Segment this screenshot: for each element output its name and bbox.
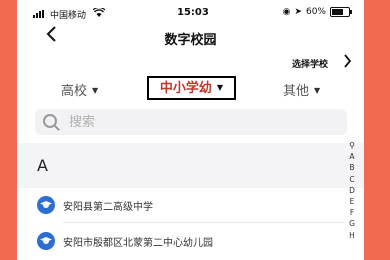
search-icon — [43, 114, 57, 128]
index-letter[interactable]: F — [347, 207, 357, 218]
cell-signal-icon — [33, 10, 47, 18]
location-icon: ➤ — [294, 7, 302, 17]
school-cap-icon — [37, 196, 55, 214]
tab-k12[interactable]: 中小学幼 ▼ — [147, 76, 236, 100]
list-item[interactable]: 安阳市殷都区北蒙第二中心幼儿园 — [17, 226, 347, 258]
school-cap-icon — [37, 232, 55, 250]
index-letter[interactable]: H — [347, 230, 357, 241]
tab-other[interactable]: 其他 ▼ — [283, 80, 320, 99]
index-letter[interactable]: E — [347, 196, 357, 207]
page-title: 数字校园 — [164, 33, 217, 48]
alphabet-index[interactable]: ⚲ A B C D E F G H — [347, 140, 357, 241]
orientation-lock-icon: ◉ — [282, 7, 291, 17]
index-letter[interactable]: B — [347, 162, 357, 173]
index-search-icon[interactable]: ⚲ — [347, 140, 357, 151]
search-input[interactable] — [69, 111, 329, 133]
search-bar[interactable] — [35, 109, 347, 135]
battery-icon — [330, 7, 352, 17]
carrier-name: 中国移动 — [50, 11, 87, 21]
status-right: ◉ ➤ 60% — [282, 7, 352, 17]
caret-down-icon: ▼ — [314, 86, 321, 95]
phone-screen: 中国移动 15:03 ◉ ➤ 60% 数字校园 选择学校 高校 ▼ 中小学幼 ▼ 其… — [17, 0, 364, 260]
status-bar: 中国移动 15:03 ◉ ➤ 60% — [17, 0, 364, 28]
index-letter[interactable]: A — [347, 151, 357, 162]
tab-label: 中小学幼 — [159, 81, 212, 96]
select-school-button[interactable]: 选择学校 — [292, 57, 328, 70]
chevron-right-icon — [344, 54, 352, 68]
tab-university[interactable]: 高校 ▼ — [61, 80, 98, 99]
school-name: 安阳县第二高级中学 — [63, 202, 153, 213]
caret-down-icon: ▼ — [92, 86, 99, 95]
section-header — [17, 143, 364, 188]
index-letter[interactable]: D — [347, 185, 357, 196]
clock: 15:03 — [177, 7, 209, 18]
section-letter: A — [37, 156, 48, 175]
tab-label: 高校 — [61, 84, 88, 99]
index-letter[interactable]: G — [347, 218, 357, 229]
wifi-icon — [92, 6, 106, 20]
tab-label: 其他 — [283, 84, 310, 99]
school-name: 安阳市殷都区北蒙第二中心幼儿园 — [63, 238, 213, 249]
list-item[interactable]: 安阳县第二高级中学 — [17, 190, 347, 222]
divider — [63, 222, 345, 223]
select-school-chevron[interactable] — [343, 54, 352, 72]
battery-percent: 60% — [305, 7, 326, 17]
index-letter[interactable]: C — [347, 174, 357, 185]
caret-down-icon: ▼ — [216, 83, 224, 92]
